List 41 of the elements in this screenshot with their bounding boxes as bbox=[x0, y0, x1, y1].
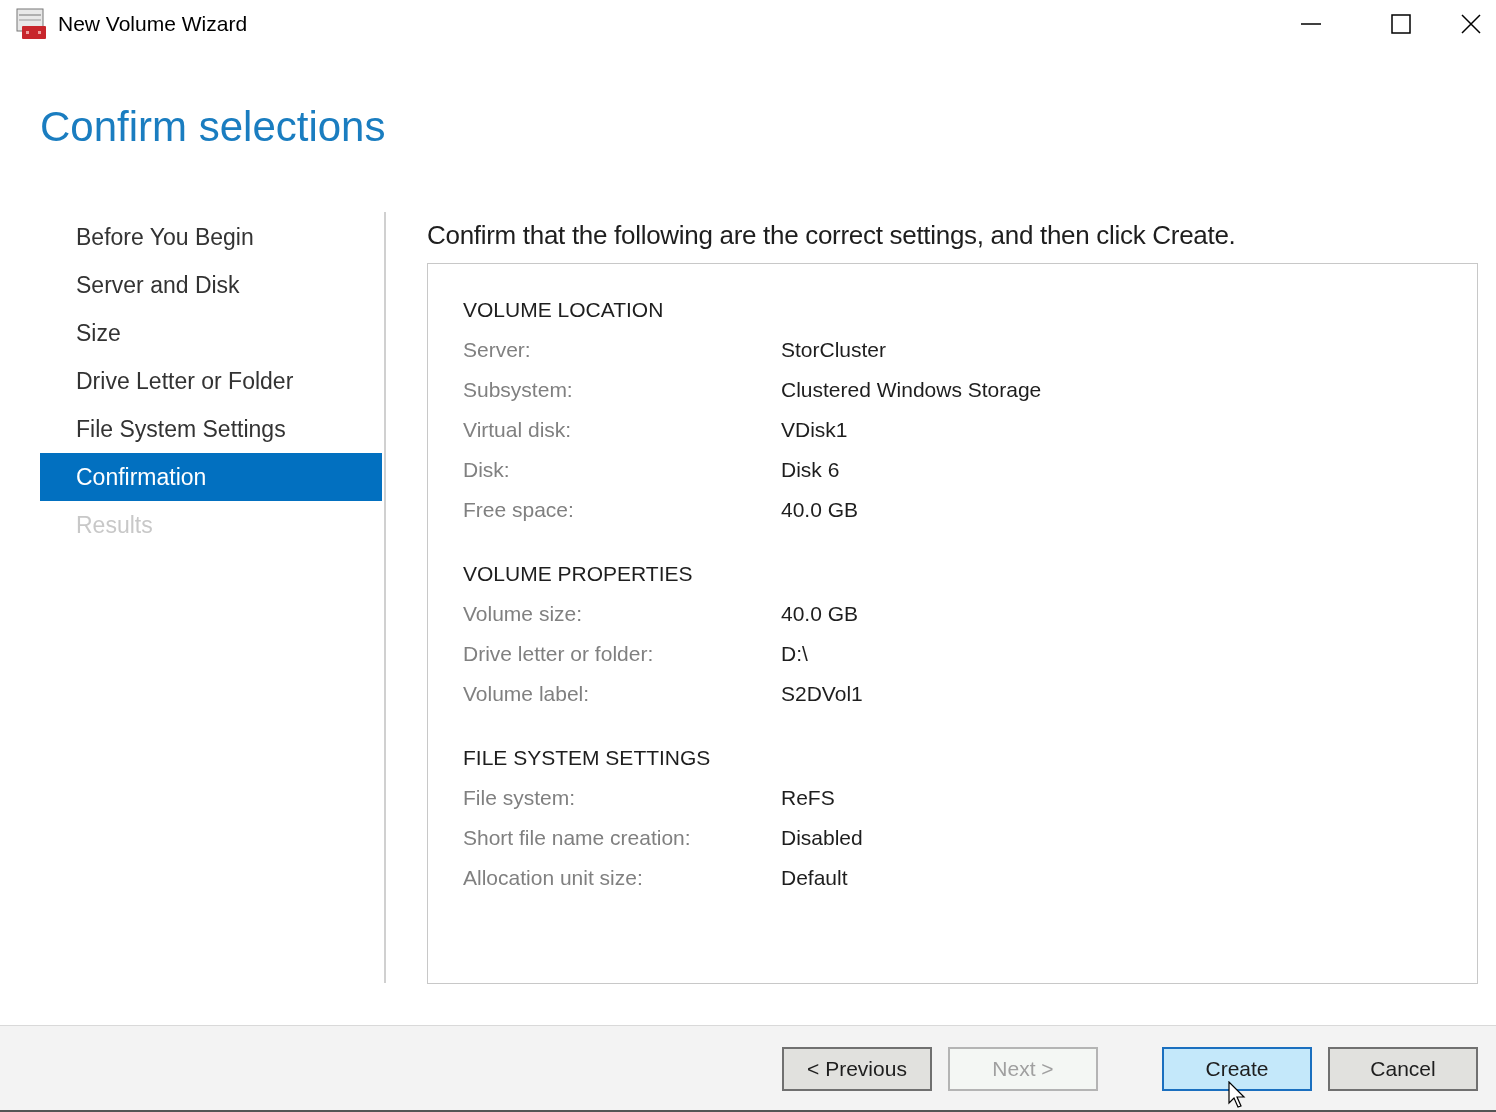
page-heading: Confirm selections bbox=[40, 106, 387, 148]
wizard-button[interactable]: Create bbox=[1162, 1047, 1312, 1091]
window-title: New Volume Wizard bbox=[58, 11, 248, 38]
wizard-step[interactable]: Drive Letter or Folder bbox=[40, 357, 382, 405]
wizard-step[interactable]: Confirmation bbox=[40, 453, 382, 501]
setting-label: Free space: bbox=[463, 497, 575, 524]
setting-value: 40.0 GB bbox=[781, 601, 859, 628]
setting-label: Server: bbox=[463, 337, 532, 364]
setting-label: Allocation unit size: bbox=[463, 865, 644, 892]
setting-label: Virtual disk: bbox=[463, 417, 573, 444]
setting-label: Drive letter or folder: bbox=[463, 641, 655, 668]
setting-label: Volume size: bbox=[463, 601, 584, 628]
setting-label: Volume label: bbox=[463, 681, 591, 708]
close-icon bbox=[1461, 14, 1481, 34]
wizard-button[interactable]: Cancel bbox=[1328, 1047, 1478, 1091]
setting-value: ReFS bbox=[781, 785, 835, 812]
setting-label: Disk: bbox=[463, 457, 511, 484]
wizard-step[interactable]: Server and Disk bbox=[40, 261, 382, 309]
section-heading: VOLUME LOCATION bbox=[463, 297, 665, 324]
setting-value: Disabled bbox=[781, 825, 863, 852]
maximize-icon bbox=[1391, 14, 1411, 34]
setting-value: Default bbox=[781, 865, 848, 892]
wizard-step[interactable]: Size bbox=[40, 309, 382, 357]
setting-value: D:\ bbox=[781, 641, 808, 668]
setting-label: File system: bbox=[463, 785, 576, 812]
setting-label: Subsystem: bbox=[463, 377, 574, 404]
instruction-text: Confirm that the following are the correct settings, and then click Create. bbox=[427, 219, 1237, 252]
wizard-step[interactable]: File System Settings bbox=[40, 405, 382, 453]
minimize-icon bbox=[1301, 23, 1321, 25]
setting-value: VDisk1 bbox=[781, 417, 848, 444]
section-heading: FILE SYSTEM SETTINGS bbox=[463, 745, 712, 772]
wizard-step[interactable]: Before You Begin bbox=[40, 213, 382, 261]
section-heading: VOLUME PROPERTIES bbox=[463, 561, 694, 588]
setting-value: Clustered Windows Storage bbox=[781, 377, 1042, 404]
setting-value: S2DVol1 bbox=[781, 681, 863, 708]
setting-label: Short file name creation: bbox=[463, 825, 692, 852]
setting-value: 40.0 GB bbox=[781, 497, 859, 524]
setting-value: Disk 6 bbox=[781, 457, 840, 484]
toolbox-icon bbox=[16, 8, 48, 40]
wizard-button[interactable]: < Previous bbox=[782, 1047, 932, 1091]
setting-value: StorCluster bbox=[781, 337, 887, 364]
